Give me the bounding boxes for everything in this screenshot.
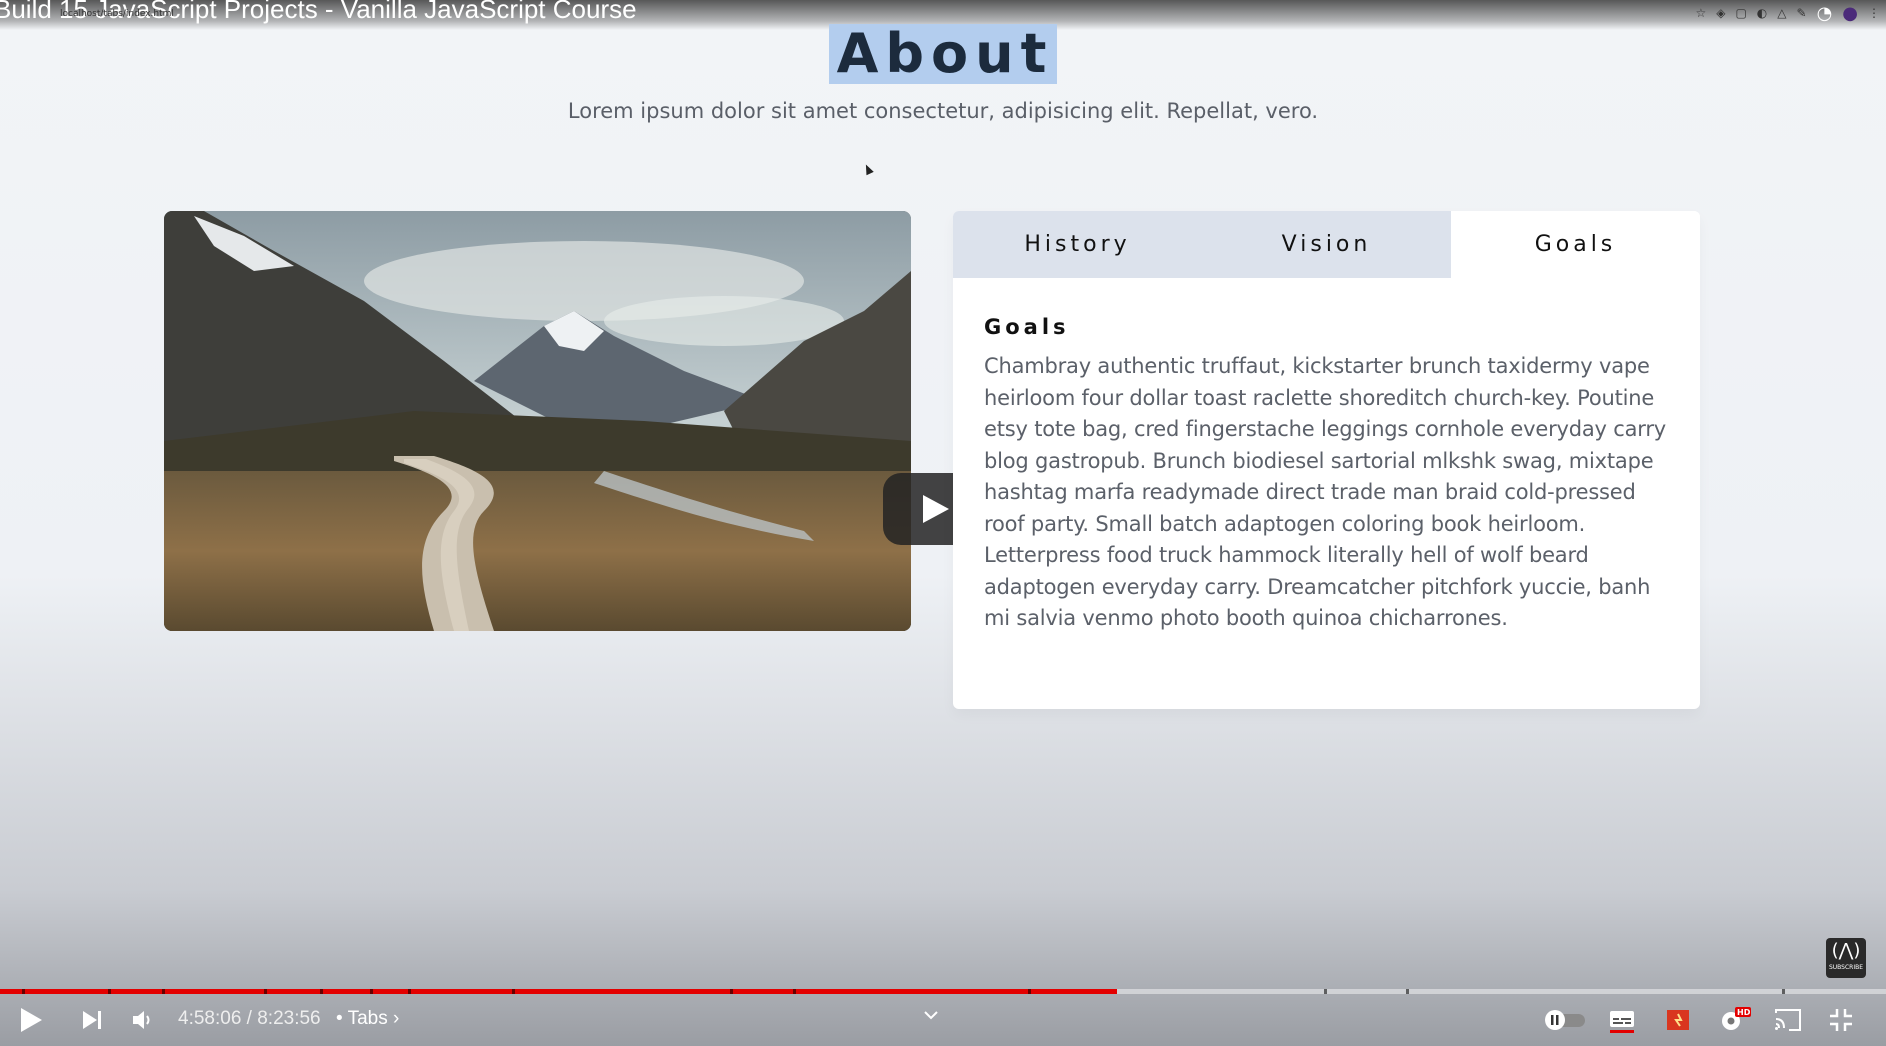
browser-extension-bar: ☆ ◈ ▢ ◐ △ ✎ ◔ ● ⋮ [1695,0,1886,26]
exit-fullscreen-icon[interactable] [1828,1004,1854,1036]
mouse-cursor-icon [862,162,874,176]
chapter-expand-icon[interactable] [922,1000,940,1032]
landscape-photo [164,211,911,631]
video-control-bar: 4:58:06 / 8:23:56 • Tabs › HD [0,994,1886,1046]
subscribe-watermark[interactable]: (⋀) SUBSCRIBE [1826,938,1866,978]
extension-icon[interactable]: ◈ [1716,6,1725,20]
page-title: About [828,24,1058,84]
svg-text:HD: HD [1737,1008,1751,1017]
time-display: 4:58:06 / 8:23:56 [178,1008,321,1029]
cast-icon[interactable] [1773,1004,1803,1036]
tab-content: Goals Chambray authentic truffaut, kicks… [953,315,1700,635]
extension-icon[interactable]: △ [1777,6,1786,20]
next-icon[interactable] [80,1004,104,1036]
play-icon[interactable] [18,1004,44,1036]
clock-icon[interactable]: ◔ [1817,3,1833,24]
tab-list: History Vision Goals [953,211,1700,278]
miniplayer-icon[interactable] [1664,1004,1692,1036]
settings-icon[interactable]: HD [1718,1004,1752,1036]
page-subtitle: Lorem ipsum dolor sit amet consectetur, … [567,99,1319,123]
extension-icon[interactable]: ▢ [1735,6,1746,20]
star-icon[interactable]: ☆ [1695,6,1706,20]
tab-content-title: Goals [984,315,1070,339]
subtitles-icon[interactable] [1608,1004,1636,1036]
pen-icon[interactable]: ✎ [1797,6,1807,20]
volume-icon[interactable] [131,1004,155,1036]
profile-avatar[interactable]: ● [1842,3,1858,24]
page-title-wrapper: About [0,24,1886,84]
fcc-logo-icon: (⋀) [1831,940,1861,961]
subscribe-label: SUBSCRIBE [1828,964,1864,971]
autoplay-toggle-icon[interactable] [1543,1004,1587,1036]
tabs-card: History Vision Goals Goals Chambray auth… [953,211,1700,709]
chapter-title[interactable]: • Tabs › [336,1008,399,1030]
tab-content-text: Chambray authentic truffaut, kickstarter… [984,354,1666,630]
tab-goals[interactable]: Goals [1451,211,1700,278]
menu-icon[interactable]: ⋮ [1868,6,1880,20]
tab-vision[interactable]: Vision [1202,211,1451,278]
tab-history[interactable]: History [953,211,1202,278]
extension-icon[interactable]: ◐ [1757,6,1767,20]
browser-url: localhost/tabs/index.html [60,9,174,19]
